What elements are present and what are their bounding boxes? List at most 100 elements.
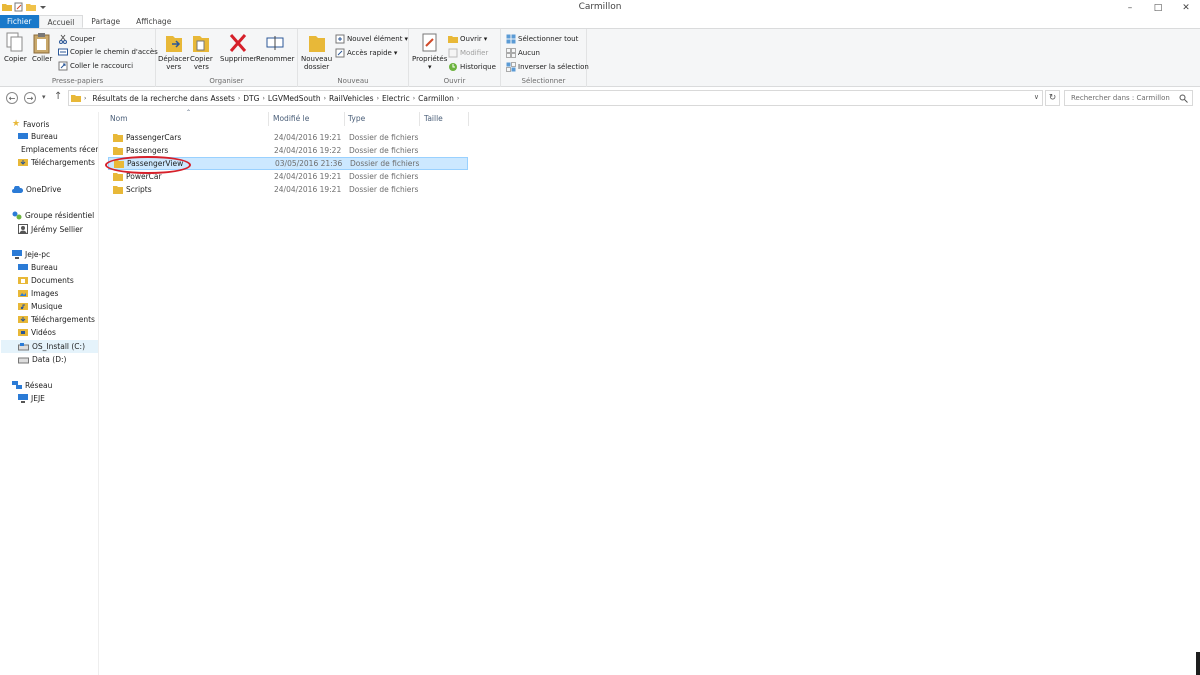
table-row[interactable]: PassengerCars 24/04/2016 19:21 Dossier d… [108,131,468,144]
column-divider[interactable] [268,112,269,126]
edit-icon [448,48,458,58]
table-row[interactable]: Scripts 24/04/2016 19:21 Dossier de fich… [108,183,468,196]
nav-downloads[interactable]: Téléchargements [18,158,95,167]
address-bar[interactable]: › Résultats de la recherche dans Assets … [68,90,1043,106]
copy-button[interactable]: Copier [4,32,27,63]
address-dropdown-button[interactable]: ∨ [1034,93,1039,101]
nav-network[interactable]: Réseau [12,381,52,390]
copy-to-button[interactable]: Copier vers [190,32,213,71]
refresh-button[interactable]: ↻ [1045,90,1060,106]
back-button[interactable]: ← [6,92,18,104]
folder-icon [113,147,123,155]
nav-label: Bureau [31,263,58,272]
maximize-button[interactable]: □ [1144,0,1172,15]
properties-button[interactable]: Propriétés ▾ [412,32,447,71]
rename-button[interactable]: Renommer [256,32,294,63]
minimize-button[interactable]: – [1116,0,1144,15]
column-divider[interactable] [468,112,469,126]
star-icon: ★ [12,119,21,129]
desktop-icon [18,133,28,139]
move-to-button[interactable]: Déplacer vers [158,32,189,71]
cut-button[interactable]: Couper [58,34,95,44]
up-button[interactable]: ↑ [54,91,62,102]
tab-home[interactable]: Accueil [38,15,84,28]
column-header-type[interactable]: Type [348,114,365,123]
new-group: Nouveau dossier Nouvel élément ▾ Accès r… [298,29,409,87]
open-button[interactable]: Ouvrir ▾ [448,34,487,44]
breadcrumb-electric[interactable]: Electric [379,94,413,103]
nav-onedrive[interactable]: OneDrive [12,185,61,194]
nav-images[interactable]: Images [18,289,58,298]
breadcrumb-railvehicles[interactable]: RailVehicles [326,94,377,103]
nav-pc-desktop[interactable]: Bureau [18,263,58,272]
easy-access-button[interactable]: Accès rapide ▾ [335,48,397,58]
file-modified: 24/04/2016 19:21 [274,133,342,142]
close-button[interactable]: ✕ [1172,0,1200,15]
window-title: Carmillon [578,2,622,12]
nav-this-pc[interactable]: Jeje-pc [12,250,50,259]
tab-share[interactable]: Partage [83,15,128,28]
file-type: Dossier de fichiers [349,133,419,142]
breadcrumb-dtg[interactable]: DTG [240,94,262,103]
nav-homegroup[interactable]: Groupe résidentiel [12,211,94,220]
copy-to-icon [193,36,210,52]
nav-videos[interactable]: Vidéos [18,328,56,337]
column-divider[interactable] [419,112,420,126]
new-group-label: Nouveau [337,77,369,85]
breadcrumb-carmillon[interactable]: Carmillon [415,94,457,103]
edit-button[interactable]: Modifier [448,48,488,58]
search-icon[interactable] [1179,94,1188,103]
open-group-label: Ouvrir [443,77,466,85]
column-header-name[interactable]: Nom [110,114,128,123]
nav-music[interactable]: Musique [18,302,62,311]
table-row[interactable]: Passengers 24/04/2016 19:22 Dossier de f… [108,144,468,157]
nav-pc-downloads[interactable]: Téléchargements [18,315,95,324]
copy-path-icon [58,48,68,56]
new-folder-button[interactable]: Nouveau dossier [301,32,332,71]
nav-label: Emplacements récents [21,145,98,154]
nav-user[interactable]: Jérémy Sellier [18,224,83,234]
copy-path-button[interactable]: Copier le chemin d'accès [58,47,158,57]
new-item-button[interactable]: Nouvel élément ▾ [335,34,408,44]
nav-network-pc[interactable]: JEJE [18,394,45,403]
delete-label: Supprimer [220,55,257,63]
nav-desktop[interactable]: Bureau [18,132,58,141]
computer-icon [18,394,28,403]
navigation-pane: ★ Favoris Bureau Emplacements récents Té… [0,112,99,675]
tab-file[interactable]: Fichier [0,15,39,28]
scissors-icon [59,34,67,44]
open-group: Propriétés ▾ Ouvrir ▾ Modifier Historiqu… [409,29,501,87]
select-group: Sélectionner tout Aucun Inverser la séle… [501,29,589,87]
breadcrumb-search-results[interactable]: Résultats de la recherche dans Assets [89,94,237,103]
cut-label: Couper [70,35,96,43]
delete-button[interactable]: Supprimer [220,32,257,63]
history-icon [449,63,457,71]
paste-shortcut-button[interactable]: Coller le raccourci [58,61,133,71]
copy-to-label-1: Copier [190,55,213,63]
forward-button[interactable]: → [24,92,36,104]
breadcrumb-lgvmedsouth[interactable]: LGVMedSouth [265,94,324,103]
drive-icon [18,357,29,363]
recent-locations-button[interactable]: ▾ [42,93,46,101]
select-all-button[interactable]: Sélectionner tout [506,34,578,44]
invert-selection-button[interactable]: Inverser la sélection [506,62,589,72]
nav-recent-places[interactable]: Emplacements récents [18,145,98,154]
nav-drive-c[interactable]: OS_Install (C:) [1,340,98,353]
search-input[interactable]: Rechercher dans : Carmillon [1064,90,1193,106]
nav-drive-d[interactable]: Data (D:) [18,355,66,364]
tab-view[interactable]: Affichage [128,15,179,28]
column-divider[interactable] [344,112,345,126]
arrow-right-icon: → [26,93,34,103]
new-item-label: Nouvel élément [347,35,403,43]
select-none-button[interactable]: Aucun [506,48,540,58]
nav-label: Favoris [23,119,50,129]
column-header-size[interactable]: Taille [424,114,443,123]
history-button[interactable]: Historique [448,62,496,72]
organize-group: Déplacer vers Copier vers Supprimer Reno… [156,29,298,87]
paste-button[interactable]: Coller [32,32,52,63]
column-header-modified[interactable]: Modifié le [273,114,309,123]
select-none-label: Aucun [518,49,540,57]
nav-documents[interactable]: Documents [18,276,74,285]
nav-favorites[interactable]: ★ Favoris [12,119,49,129]
history-label: Historique [460,63,496,71]
